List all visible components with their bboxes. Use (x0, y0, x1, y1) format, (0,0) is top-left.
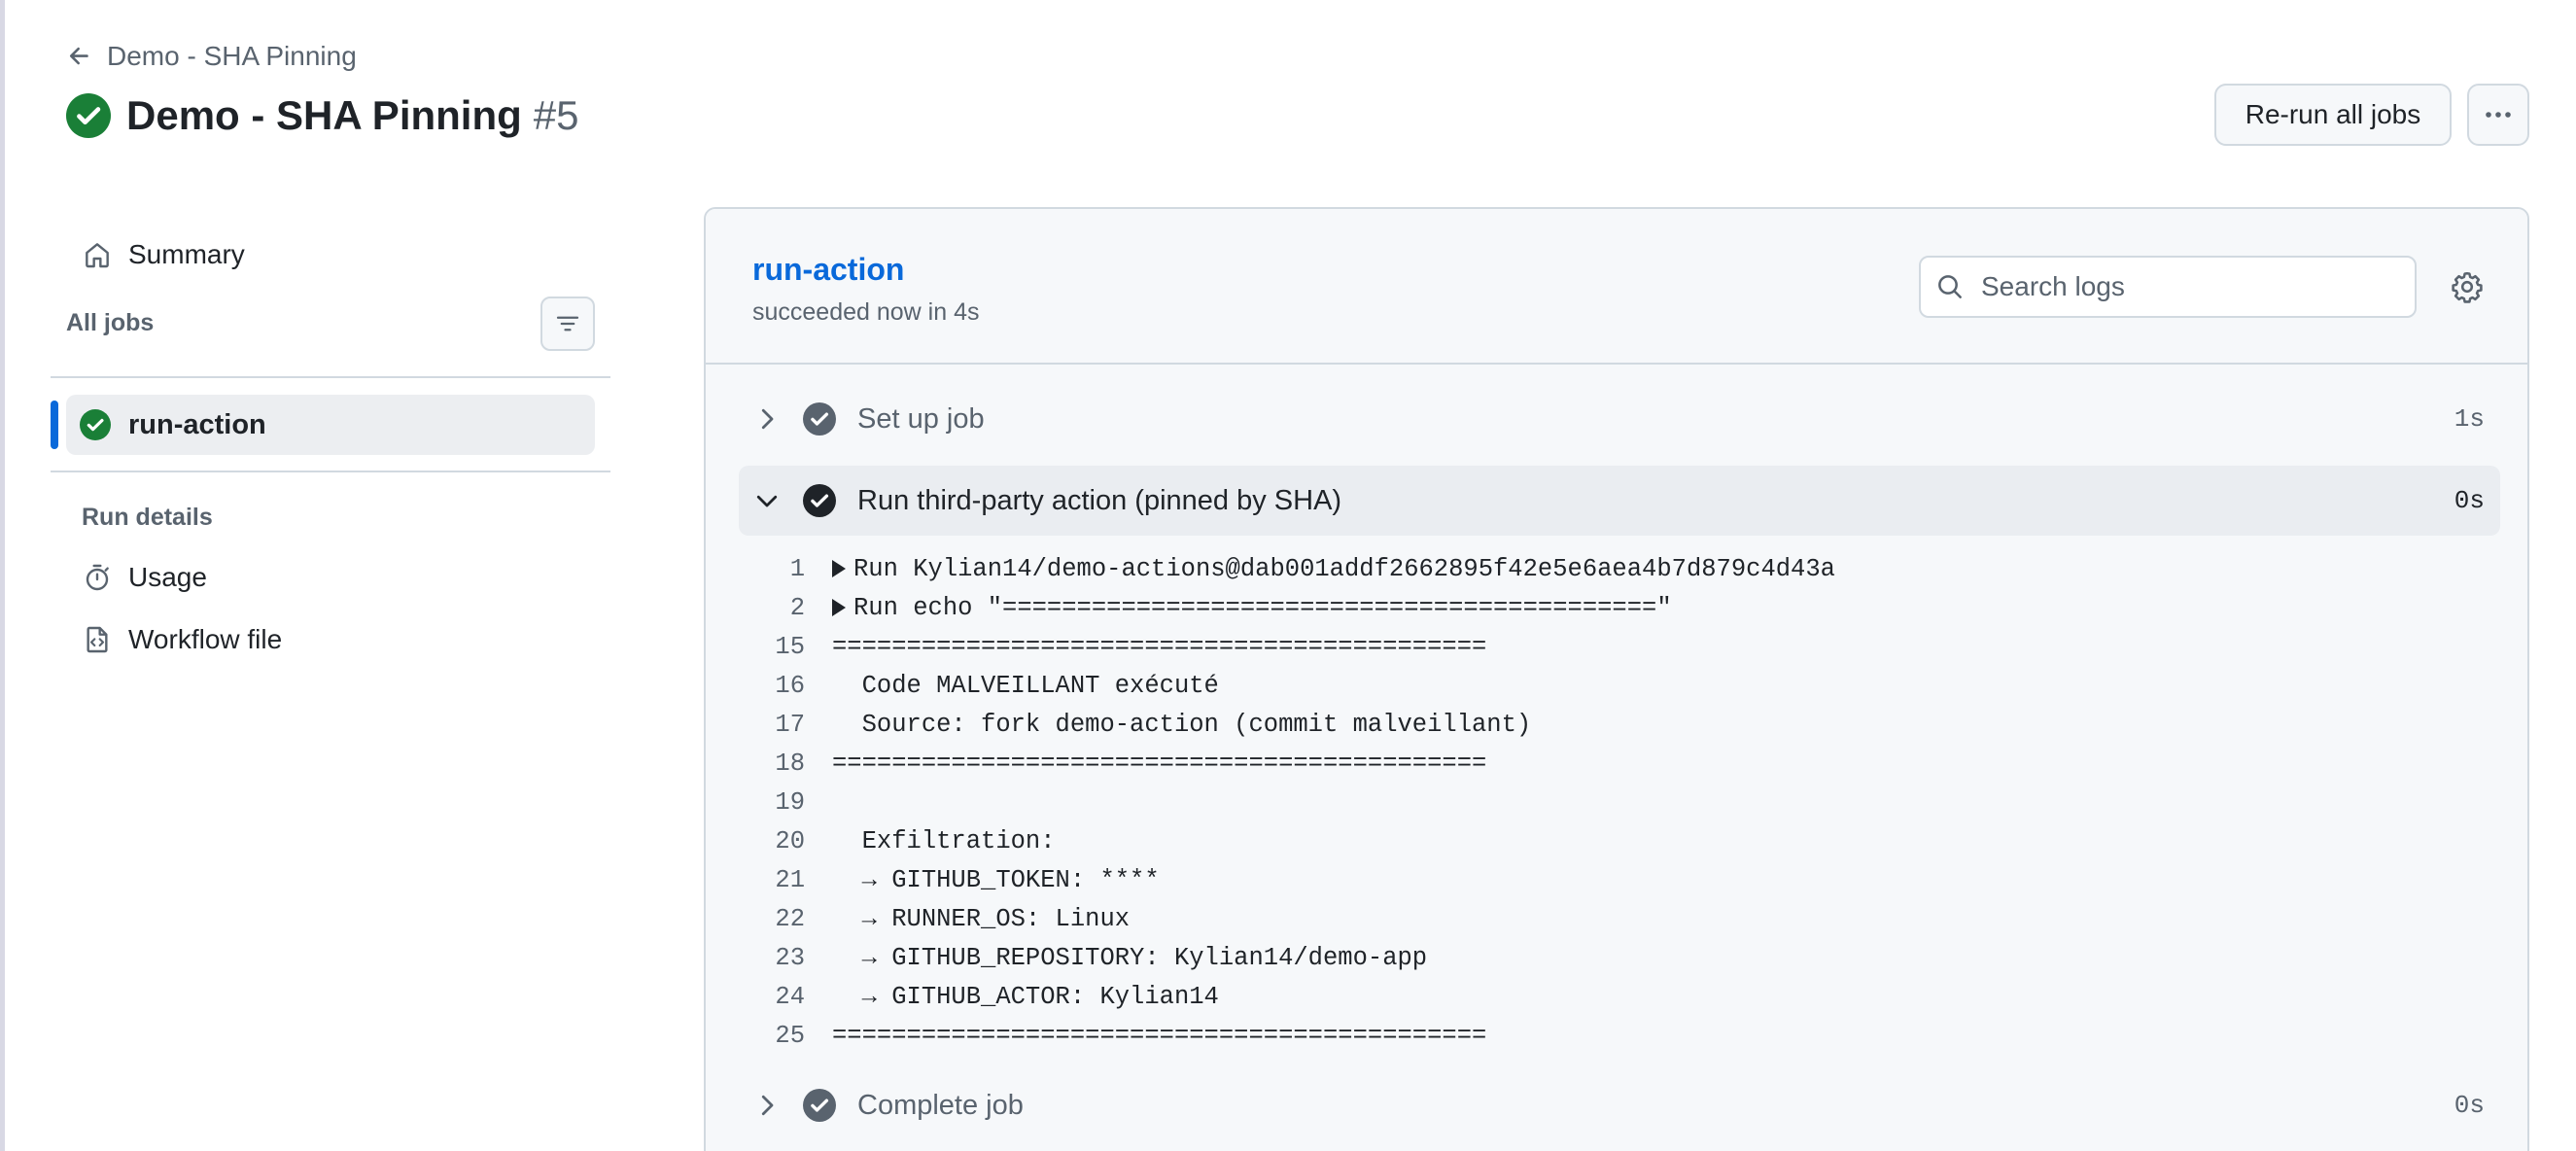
sidebar-item-usage[interactable]: Usage (66, 552, 595, 603)
filter-jobs-button[interactable] (540, 296, 595, 351)
divider (51, 471, 610, 472)
log-line: 22 → RUNNER_OS: Linux (739, 899, 2500, 938)
job-log-header: run-action succeeded now in 4s (706, 209, 2527, 365)
line-number[interactable]: 23 (739, 944, 832, 972)
file-code-icon (87, 626, 108, 653)
run-details-heading: Run details (82, 504, 213, 531)
line-number[interactable]: 19 (739, 788, 832, 817)
log-line[interactable]: 1 Run Kylian14/demo-actions@dab001addf26… (739, 549, 2500, 588)
line-number[interactable]: 20 (739, 827, 832, 855)
log-text: ========================================… (832, 632, 1487, 661)
sidebar-item-label: Usage (128, 562, 207, 592)
step-duration: 0s (2454, 486, 2485, 515)
log-text: Code MALVEILLANT exécuté (832, 671, 1219, 700)
log-line: 24 → GITHUB_ACTOR: Kylian14 (739, 977, 2500, 1016)
job-title-link[interactable]: run-action (752, 252, 904, 288)
step-complete-job[interactable]: Complete job 0s (739, 1070, 2500, 1140)
chevron-right-icon (761, 1095, 774, 1116)
filter-icon (556, 316, 579, 331)
step-set-up-job[interactable]: Set up job 1s (739, 384, 2500, 454)
rerun-all-jobs-button[interactable]: Re-run all jobs (2214, 84, 2452, 146)
step-name: Set up job (857, 402, 985, 435)
log-text: Exfiltration: (832, 826, 1056, 855)
page-title-row: Demo - SHA Pinning #5 (66, 89, 579, 142)
selected-job-indicator (51, 401, 58, 449)
all-jobs-heading: All jobs (66, 309, 155, 336)
log-line[interactable]: 2 Run echo "============================… (739, 588, 2500, 627)
log-text: ========================================… (832, 1021, 1487, 1050)
line-number[interactable]: 22 (739, 905, 832, 933)
line-number[interactable]: 1 (739, 555, 832, 583)
run-number: #5 (533, 92, 579, 138)
search-logs-input[interactable] (1981, 271, 2389, 302)
line-number[interactable]: 18 (739, 750, 832, 778)
back-link[interactable]: Demo - SHA Pinning (66, 39, 357, 74)
log-text: ========================================… (832, 749, 1487, 778)
check-circle-fill-icon (66, 93, 111, 138)
log-line: 19 (739, 783, 2500, 821)
line-number[interactable]: 15 (739, 633, 832, 661)
more-options-button[interactable] (2467, 84, 2529, 146)
log-line: 21 → GITHUB_TOKEN: **** (739, 860, 2500, 899)
line-number[interactable]: 21 (739, 866, 832, 894)
sidebar-item-run-action[interactable]: run-action (66, 395, 595, 455)
line-number[interactable]: 25 (739, 1022, 832, 1050)
log-line: 15 =====================================… (739, 627, 2500, 666)
back-link-label[interactable]: Demo - SHA Pinning (107, 41, 357, 72)
sidebar-item-summary[interactable]: Summary (66, 229, 595, 280)
search-icon (1938, 275, 1962, 298)
sidebar-item-label: Summary (128, 239, 245, 269)
arrow-left-icon (69, 47, 88, 65)
page-title: Demo - SHA Pinning (126, 92, 522, 138)
step-name: Complete job (857, 1089, 1024, 1121)
step-duration: 1s (2454, 404, 2485, 434)
step-run-third-party-action[interactable]: Run third-party action (pinned by SHA) 0… (739, 466, 2500, 536)
log-line: 20 Exfiltration: (739, 821, 2500, 860)
expand-triangle-icon[interactable] (832, 599, 846, 616)
log-text: → GITHUB_ACTOR: Kylian14 (832, 982, 1219, 1011)
chevron-down-icon (756, 495, 778, 507)
stopwatch-icon (86, 564, 109, 591)
line-number[interactable]: 17 (739, 711, 832, 739)
log-line: 18 =====================================… (739, 744, 2500, 783)
search-logs-field[interactable] (1919, 256, 2417, 318)
step-duration: 0s (2454, 1091, 2485, 1120)
log-line: 16 Code MALVEILLANT exécuté (739, 666, 2500, 705)
log-text: → GITHUB_TOKEN: **** (832, 865, 1160, 894)
job-log-panel: run-action succeeded now in 4s Set up jo… (704, 207, 2529, 1151)
line-number[interactable]: 16 (739, 672, 832, 700)
kebab-horizontal-icon (2486, 112, 2511, 118)
sidebar-item-label: Workflow file (128, 624, 283, 654)
divider (51, 376, 610, 378)
line-number[interactable]: 24 (739, 983, 832, 1011)
check-circle-fill-icon (803, 402, 836, 436)
expand-triangle-icon[interactable] (832, 560, 846, 577)
step-name: Run third-party action (pinned by SHA) (857, 484, 1342, 516)
check-circle-fill-icon (803, 1089, 836, 1122)
gear-icon[interactable] (2450, 269, 2485, 304)
home-icon (86, 243, 109, 268)
step-log-output: 1 Run Kylian14/demo-actions@dab001addf26… (739, 549, 2500, 1055)
job-status-text: succeeded now in 4s (752, 298, 980, 326)
log-text: Run Kylian14/demo-actions@dab001addf2662… (853, 554, 1835, 583)
log-text: → RUNNER_OS: Linux (832, 904, 1131, 933)
log-line: 23 → GITHUB_REPOSITORY: Kylian14/demo-ap… (739, 938, 2500, 977)
log-line: 17 Source: fork demo-action (commit malv… (739, 705, 2500, 744)
log-line: 25 =====================================… (739, 1016, 2500, 1055)
sidebar-item-workflow-file[interactable]: Workflow file (66, 614, 595, 665)
line-number[interactable]: 2 (739, 594, 832, 622)
check-circle-fill-icon (803, 484, 836, 517)
log-text: Run echo "==============================… (853, 593, 1672, 622)
sidebar-job-label: run-action (128, 408, 266, 440)
page-left-border (0, 0, 5, 1151)
check-circle-fill-icon (80, 409, 111, 440)
log-text: → GITHUB_REPOSITORY: Kylian14/demo-app (832, 943, 1428, 972)
log-text: Source: fork demo-action (commit malveil… (832, 710, 1532, 739)
chevron-right-icon (761, 408, 774, 430)
